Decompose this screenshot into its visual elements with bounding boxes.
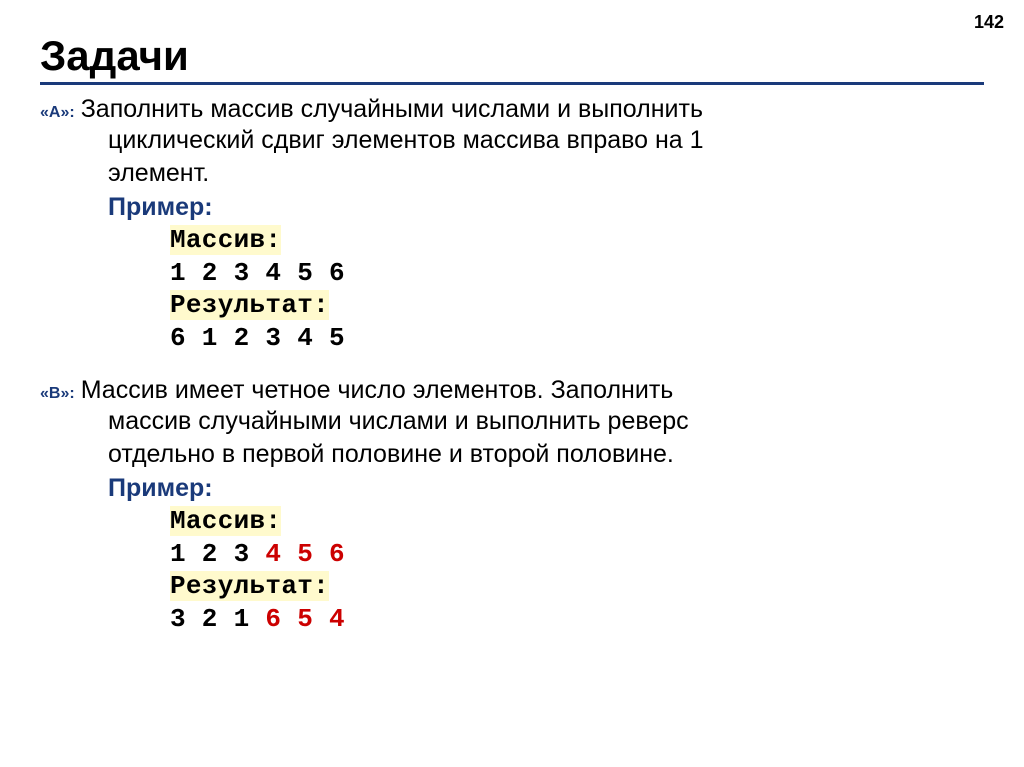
task-b-example-label: Пример: (40, 474, 984, 503)
task-a-example-label: Пример: (40, 193, 984, 222)
task-b-label: «B»: (40, 385, 75, 403)
code-array-values: 1 2 3 4 5 6 (170, 257, 984, 290)
page-number: 142 (974, 12, 1004, 33)
task-a-code: Массив: 1 2 3 4 5 6 Результат: 6 1 2 3 4… (40, 224, 984, 354)
task-b-text-2: массив случайными числами и выполнить ре… (40, 405, 984, 438)
task-a-label: «A»: (40, 104, 75, 122)
code-result-values: 6 1 2 3 4 5 (170, 322, 984, 355)
task-a-first-line: «A»: Заполнить массив случайными числами… (40, 95, 984, 124)
page-title: Задачи (40, 32, 984, 85)
task-a-text-2: циклический сдвиг элементов массива впра… (40, 124, 984, 157)
task-b-text-1: Массив имеет четное число элементов. Зап… (81, 376, 674, 405)
task-b-first-line: «B»: Массив имеет четное число элементов… (40, 376, 984, 405)
code-array-values-b: 1 2 3 4 5 6 (170, 538, 984, 571)
code-result-label-b: Результат: (170, 570, 984, 603)
task-a-block: «A»: Заполнить массив случайными числами… (40, 95, 984, 354)
task-b-text-3: отдельно в первой половине и второй поло… (40, 438, 984, 471)
task-b-block: «B»: Массив имеет четное число элементов… (40, 376, 984, 635)
code-array-label: Массив: (170, 224, 984, 257)
task-b-code: Массив: 1 2 3 4 5 6 Результат: 3 2 1 6 5… (40, 505, 984, 635)
task-a-text-3: элемент. (40, 157, 984, 190)
code-result-values-b: 3 2 1 6 5 4 (170, 603, 984, 636)
code-array-label-b: Массив: (170, 505, 984, 538)
task-a-text-1: Заполнить массив случайными числами и вы… (81, 95, 703, 124)
slide-content: Задачи «A»: Заполнить массив случайными … (0, 0, 1024, 677)
code-result-label: Результат: (170, 289, 984, 322)
